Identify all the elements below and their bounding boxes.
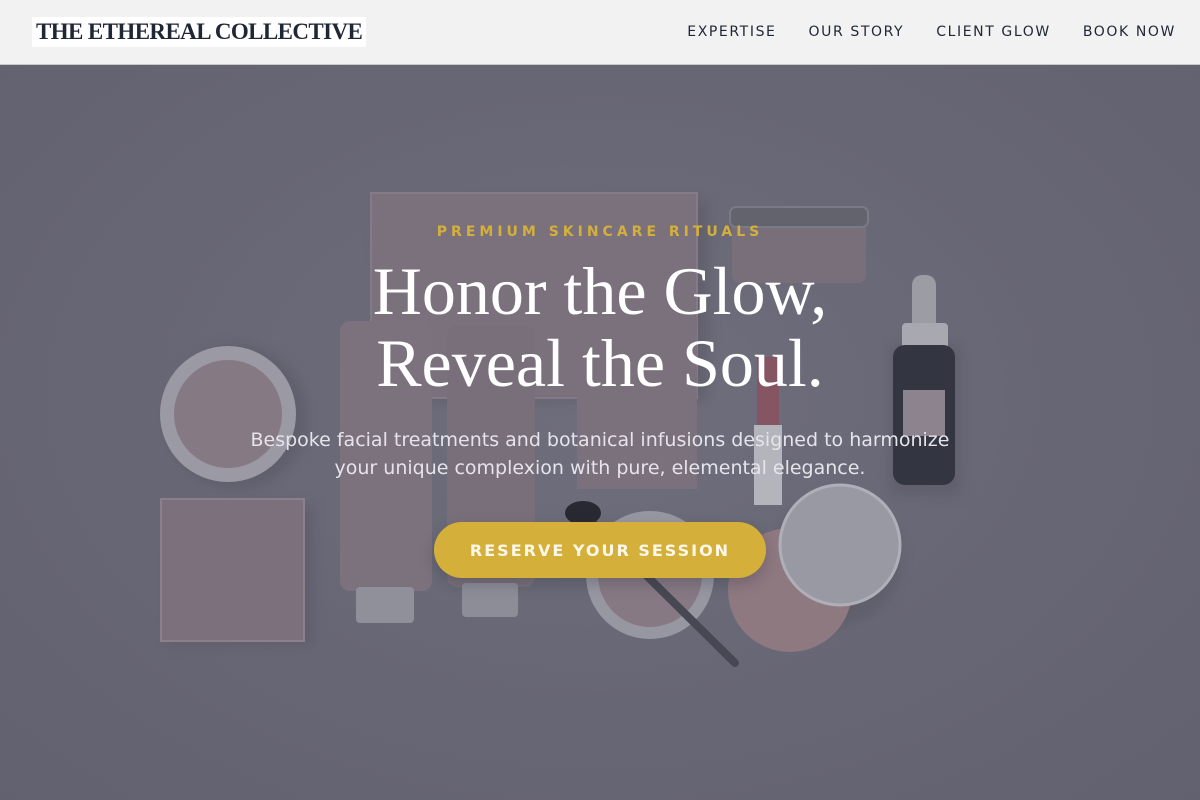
reserve-session-button[interactable]: RESERVE YOUR SESSION [434, 522, 766, 578]
nav-link-our-story[interactable]: OUR STORY [809, 24, 905, 40]
nav-link-book-now[interactable]: BOOK NOW [1083, 24, 1176, 40]
hero-headline-line1: Honor the Glow, [372, 253, 828, 329]
nav-link-client-glow[interactable]: CLIENT GLOW [936, 24, 1051, 40]
nav-link-expertise[interactable]: EXPERTISE [687, 24, 776, 40]
hero-section: PREMIUM SKINCARE RITUALS Honor the Glow,… [0, 65, 1200, 800]
site-logo[interactable]: THE ETHEREAL COLLECTIVE [32, 17, 367, 47]
site-header: THE ETHEREAL COLLECTIVE EXPERTISE OUR ST… [0, 0, 1200, 65]
hero-headline-line2: Reveal the Soul. [376, 325, 824, 401]
hero-subtext: Bespoke facial treatments and botanical … [250, 429, 950, 479]
hero-headline: Honor the Glow, Reveal the Soul. [0, 255, 1200, 399]
hero-content: PREMIUM SKINCARE RITUALS Honor the Glow,… [0, 65, 1200, 800]
main-nav: EXPERTISE OUR STORY CLIENT GLOW BOOK NOW [687, 24, 1176, 40]
hero-eyebrow: PREMIUM SKINCARE RITUALS [436, 224, 764, 240]
